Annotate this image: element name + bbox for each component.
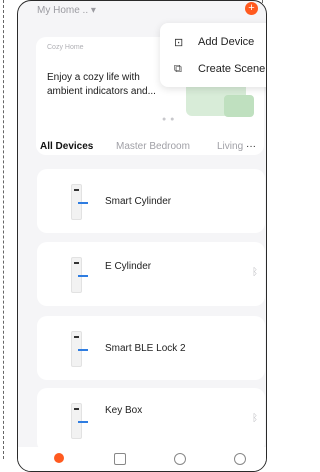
device-name: E Cylinder	[105, 261, 152, 272]
lock-device-icon	[71, 184, 88, 220]
home-icon[interactable]	[54, 453, 64, 463]
device-card-e-cylinder[interactable]: E Cylinder ᛒ	[37, 242, 265, 306]
banner-illustration-device	[224, 95, 254, 117]
smart-icon[interactable]	[174, 453, 186, 465]
menu-create-scene[interactable]: ⧉ Create Scene	[174, 59, 265, 79]
bluetooth-off-icon: ᛒ	[252, 267, 258, 278]
add-button[interactable]: +	[245, 2, 258, 15]
lock-device-icon	[71, 257, 88, 293]
add-device-icon: ⊡	[174, 36, 184, 49]
more-tabs-icon[interactable]: ···	[246, 141, 256, 152]
scene-icon[interactable]	[114, 453, 126, 465]
device-name: Key Box	[105, 405, 143, 416]
bluetooth-off-icon: ᛒ	[252, 413, 258, 424]
device-card-smart-ble-lock-2[interactable]: Smart BLE Lock 2	[37, 316, 265, 380]
device-name: Smart BLE Lock 2	[105, 343, 186, 354]
bottom-tab-bar	[18, 447, 266, 471]
add-menu: ⊡ Add Device ⧉ Create Scene	[160, 23, 266, 87]
me-icon[interactable]	[234, 453, 246, 465]
menu-add-device-label: Add Device	[198, 36, 255, 48]
home-selector[interactable]: My Home .. ▾	[37, 5, 96, 16]
phone-frame: My Home .. ▾ Cozy Home Enjoy a cozy life…	[17, 0, 267, 472]
banner-pagination: ● ●	[162, 116, 176, 123]
menu-add-device[interactable]: ⊡ Add Device	[174, 32, 254, 52]
device-card-key-box[interactable]: Key Box ᛒ	[37, 388, 265, 452]
lock-device-icon	[71, 403, 88, 439]
room-tabs: All Devices Master Bedroom Living ···	[40, 141, 266, 155]
device-card-smart-cylinder[interactable]: Smart Cylinder	[37, 169, 265, 233]
lock-device-icon	[71, 331, 88, 367]
banner-text: Enjoy a cozy life with ambient indicator…	[47, 72, 156, 97]
menu-create-scene-label: Create Scene	[198, 63, 266, 75]
tab-all-devices[interactable]: All Devices	[40, 141, 93, 152]
device-name: Smart Cylinder	[105, 196, 172, 207]
create-scene-icon: ⧉	[174, 62, 182, 75]
tab-master-bedroom[interactable]: Master Bedroom	[116, 141, 190, 152]
left-guide	[3, 0, 4, 459]
banner-tag: Cozy Home	[47, 44, 84, 51]
tab-living[interactable]: Living	[217, 141, 243, 152]
